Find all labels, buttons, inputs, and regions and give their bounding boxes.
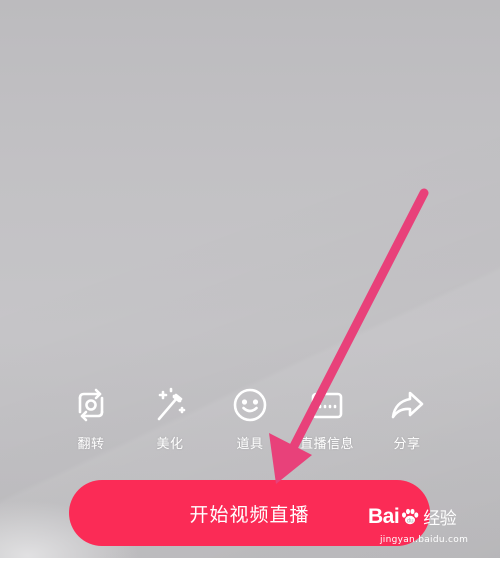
- share-button[interactable]: 分享: [367, 385, 447, 455]
- beauty-label: 美化: [156, 437, 184, 452]
- beauty-button[interactable]: 美化: [130, 385, 210, 455]
- props-label: 道具: [236, 437, 264, 452]
- magic-wand-icon: [150, 385, 190, 425]
- smiley-face-icon: [230, 385, 270, 425]
- info-card-icon: [307, 385, 347, 425]
- baidu-jingyan-watermark: Bai du 经验 jingyan.baidu.com: [368, 504, 498, 554]
- share-arrow-icon: [387, 385, 427, 425]
- paw-logo-icon: du: [400, 507, 420, 527]
- share-label: 分享: [393, 437, 421, 452]
- live-toolbar: 翻转 美化 道具 直播信息 分享: [0, 385, 500, 455]
- camera-preview: [0, 0, 500, 580]
- live-info-button[interactable]: 直播信息: [287, 385, 367, 455]
- watermark-brand-suffix: 经验: [423, 509, 457, 528]
- flip-camera-button[interactable]: 翻转: [51, 385, 131, 455]
- props-button[interactable]: 道具: [210, 385, 290, 455]
- camera-flip-icon: [71, 385, 111, 425]
- svg-text:du: du: [407, 518, 414, 524]
- watermark-brand: Bai du 经验: [368, 504, 457, 529]
- flip-label: 翻转: [77, 437, 105, 452]
- watermark-domain: jingyan.baidu.com: [380, 535, 469, 545]
- watermark-brand-prefix: Bai: [368, 504, 400, 528]
- live-info-label: 直播信息: [299, 437, 354, 452]
- start-live-label: 开始视频直播: [189, 503, 310, 526]
